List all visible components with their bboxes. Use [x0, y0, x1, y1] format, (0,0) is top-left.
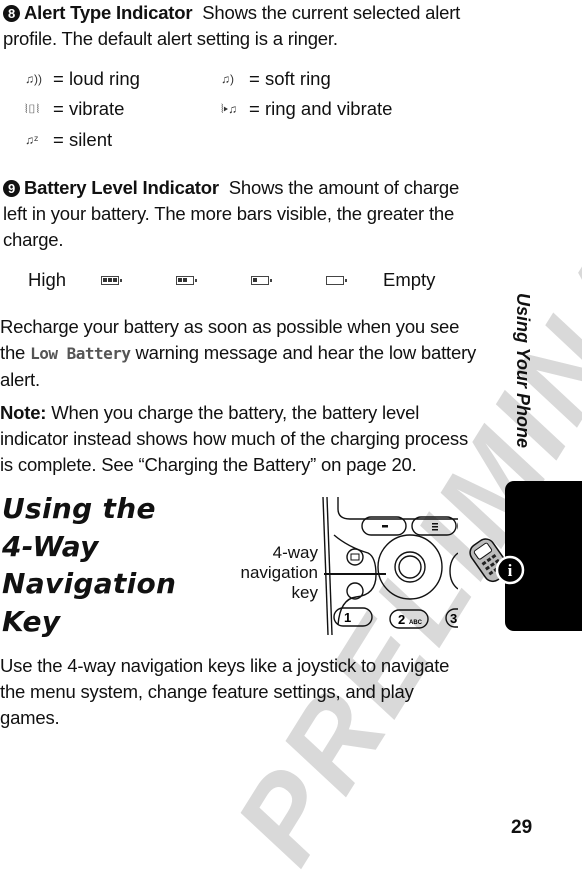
battery-icon-empty — [326, 276, 347, 285]
svg-text:ABC: ABC — [409, 620, 423, 626]
note-paragraph: Note: When you charge the battery, the b… — [0, 400, 482, 478]
key-2-label: 2 — [398, 612, 405, 627]
battery-empty-label: Empty — [383, 269, 436, 290]
key-3-label: 3 — [450, 611, 457, 626]
section-heading: Using the 4-Way Navigation Key — [2, 492, 177, 638]
chapter-side-title: Using Your Phone — [513, 293, 533, 449]
note-label: Note: — [0, 402, 47, 423]
note-text: When you charge the battery, the battery… — [0, 402, 469, 475]
battery-scale: High Empty — [0, 0, 480, 300]
nav-key-callout: 4-way navigation key — [240, 543, 318, 602]
recharge-paragraph: Recharge your battery as soon as possibl… — [0, 316, 477, 390]
battery-icon-1-bar — [251, 276, 272, 285]
battery-high-label: High — [28, 269, 67, 290]
page-number: 29 — [511, 817, 533, 838]
battery-icon-3-bars — [101, 276, 122, 285]
key-1-label: 1 — [344, 610, 351, 625]
svg-text:i: i — [508, 561, 513, 580]
battery-icon-2-bars — [176, 276, 197, 285]
phone-keypad-illustration: 1 2 ABC 3 — [322, 496, 458, 635]
low-battery-message: Low Battery — [30, 344, 131, 363]
nav-key-paragraph: Use the 4-way navigation keys like a joy… — [0, 655, 450, 728]
info-phone-icon: i — [469, 538, 525, 585]
callout-leader-line — [324, 573, 386, 575]
